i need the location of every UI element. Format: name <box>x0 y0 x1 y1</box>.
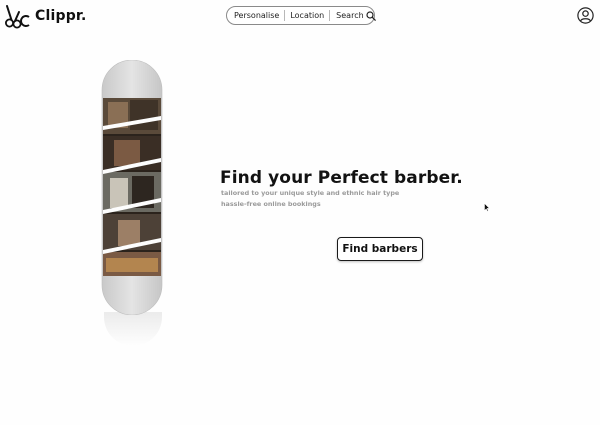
hero-title: Find your Perfect barber. <box>220 168 463 188</box>
hero-subtitle-booking: hassle-free online bookings <box>221 200 321 208</box>
board-reflection <box>104 312 162 346</box>
hero-subtitle-style: tailored to your unique style and ethnic… <box>221 189 400 197</box>
search-icon <box>366 10 376 21</box>
user-icon[interactable] <box>577 7 594 24</box>
scissors-icon <box>4 3 30 29</box>
nav-personalise[interactable]: Personalise <box>227 10 286 21</box>
find-barbers-button[interactable]: Find barbers <box>337 237 423 261</box>
skateboard-illustration <box>100 59 164 316</box>
top-nav: Personalise Location Search <box>226 6 376 25</box>
site-header: Clippr. Personalise Location Search <box>0 0 600 32</box>
brand-name: Clippr. <box>35 8 87 24</box>
brand-logo[interactable]: Clippr. <box>4 3 87 29</box>
nav-location[interactable]: Location <box>285 10 331 21</box>
nav-search-label: Search <box>336 11 364 20</box>
nav-search[interactable]: Search <box>330 10 376 21</box>
mouse-cursor-icon <box>484 197 491 216</box>
